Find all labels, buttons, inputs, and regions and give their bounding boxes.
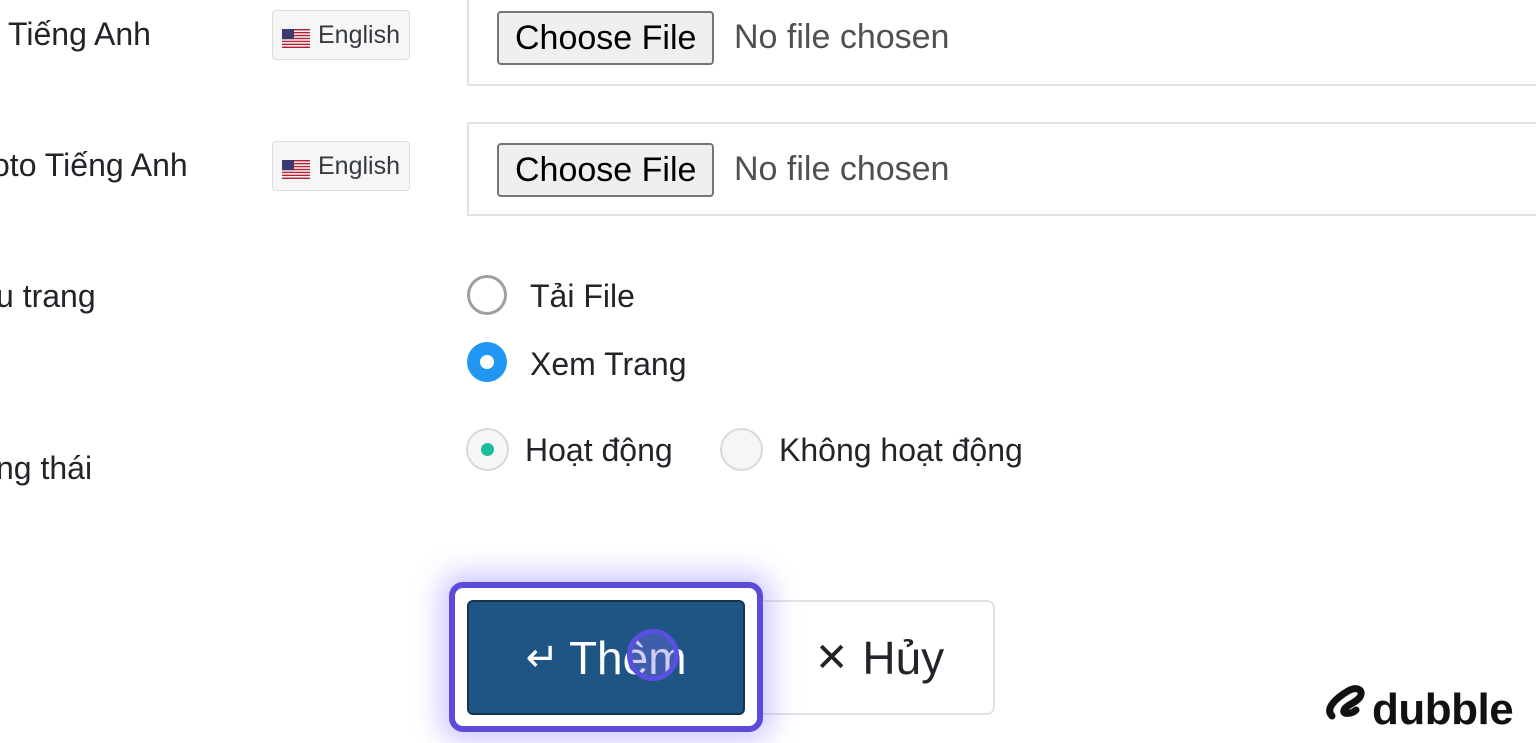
add-button[interactable]: ↵ Thêm [467,600,745,715]
status-label: ng thái [0,450,93,486]
cancel-button-label: Hủy [862,631,945,684]
choose-file-button[interactable]: Choose File [497,143,715,197]
radio-checked-dot [480,355,494,369]
dubble-logo: dubble [1326,683,1514,736]
page-type-label: u trang [0,278,96,314]
radio-status-inactive-label[interactable]: Không hoạt động [779,432,1023,469]
lang-badge-english: English [272,141,410,191]
file-status-text: No file chosen [734,150,950,188]
english-file-label: Tiếng Anh [8,16,151,52]
english-photo-label: oto Tiếng Anh [0,147,188,183]
radio-status-inactive[interactable] [720,428,763,471]
radio-download-file[interactable] [467,275,507,315]
lang-badge-label: English [318,20,400,49]
us-flag-icon [282,26,310,48]
dubble-logo-text: dubble [1372,684,1514,734]
radio-checked-dot [481,443,494,456]
us-flag-icon [282,157,310,179]
click-indicator [627,629,679,681]
radio-status-active[interactable] [466,428,509,471]
choose-file-button[interactable]: Choose File [497,11,715,65]
dubble-logo-icon [1326,683,1366,736]
file-input-english[interactable]: Choose File No file chosen [467,0,1536,86]
close-icon: ✕ [814,635,849,680]
radio-download-file-label[interactable]: Tải File [530,278,635,315]
radio-view-page[interactable] [467,342,507,382]
enter-icon: ↵ [525,635,559,680]
radio-status-active-label[interactable]: Hoạt động [525,432,673,469]
lang-badge-label: English [318,151,400,180]
file-status-text: No file chosen [734,18,950,56]
lang-badge-english: English [272,10,410,60]
radio-view-page-label[interactable]: Xem Trang [530,346,687,383]
cancel-button[interactable]: ✕ Hủy [740,600,995,715]
file-input-english-photo[interactable]: Choose File No file chosen [467,122,1536,216]
